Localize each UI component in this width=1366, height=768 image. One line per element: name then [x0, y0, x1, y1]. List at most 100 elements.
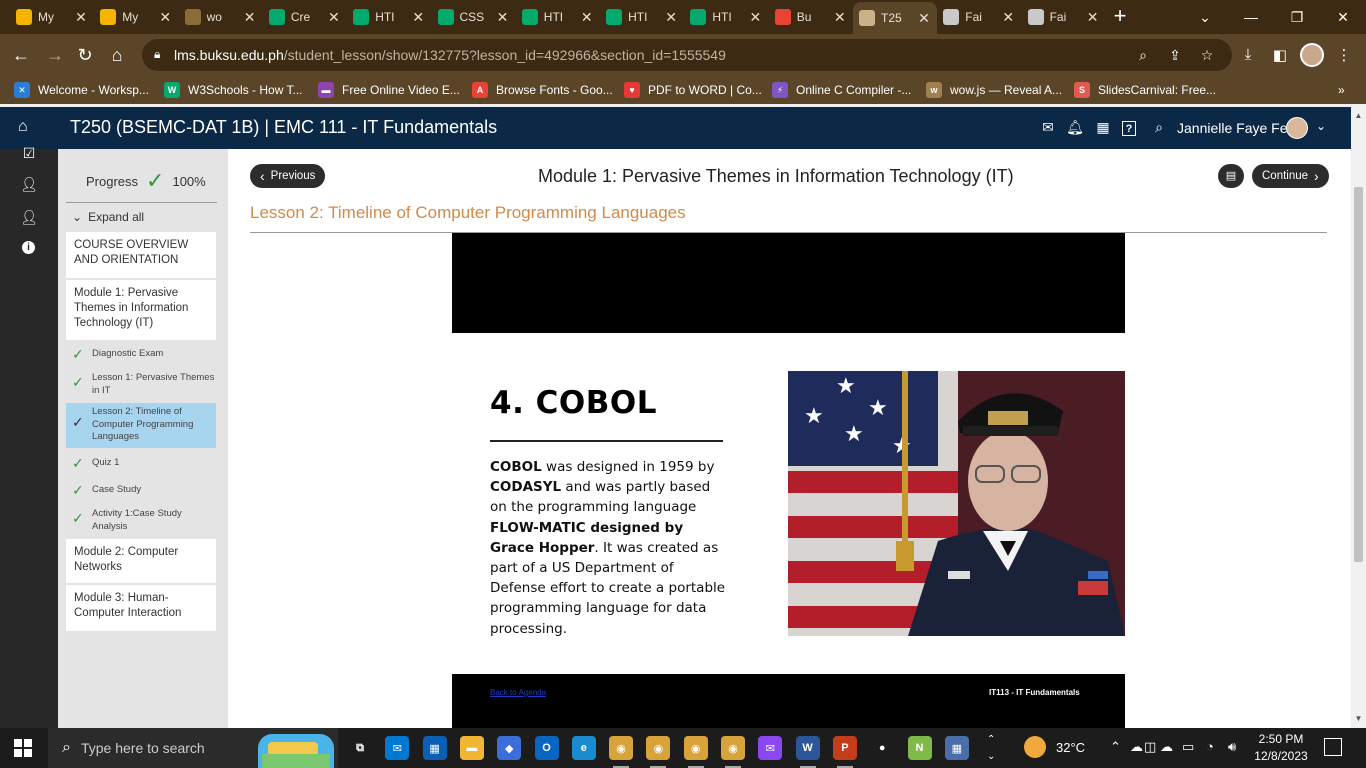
close-tab-icon[interactable]: ✕ [411, 9, 425, 26]
bookmark-item[interactable]: S SlidesCarnival: Free... [1074, 81, 1216, 99]
browser-tab[interactable]: Fai ✕ [937, 4, 1021, 30]
scroll-taskbar-icon[interactable]: ⌃ ⌄ [987, 731, 995, 765]
volume-icon[interactable]: 🔊︎ [1228, 739, 1236, 755]
bookmark-item[interactable]: A Browse Fonts - Goo... [472, 81, 613, 99]
temperature[interactable]: 32°C [1056, 740, 1085, 755]
chrome-icon[interactable]: ◉ [721, 736, 745, 760]
meet-icon[interactable]: ◫ [1144, 739, 1156, 755]
info-icon[interactable]: i [22, 241, 35, 254]
browser-tab[interactable]: HTI ✕ [516, 4, 600, 30]
download-icon[interactable]: ⤓ [1238, 46, 1258, 66]
continue-button[interactable]: Continue › [1252, 164, 1329, 188]
module-1[interactable]: COURSE OVERVIEW AND ORIENTATIONModule 1:… [66, 280, 216, 340]
help-icon[interactable]: ? [1122, 121, 1136, 136]
bookmark-item[interactable]: ⚡ Online C Compiler -... [772, 81, 911, 99]
previous-button[interactable]: ‹ Previous [250, 164, 326, 188]
share-icon[interactable]: ⇪ [1166, 47, 1184, 65]
lesson-activity-1[interactable]: ✓ Activity 1:Case Study Analysis [66, 508, 216, 533]
browser-tab[interactable]: Fai ✕ [1022, 4, 1106, 30]
lesson-case-study[interactable]: ✓ Case Study [66, 483, 216, 496]
expand-all-toggle[interactable]: ⌄ Expand all [72, 210, 144, 224]
browser-tab[interactable]: Bu ✕ [769, 4, 853, 30]
close-tab-icon[interactable]: ✕ [1086, 9, 1100, 26]
browser-tab[interactable]: My ✕ [10, 4, 94, 30]
tab-search-icon[interactable]: ⌄ [1182, 0, 1228, 34]
back-arrow-icon[interactable]: ← [8, 42, 34, 68]
menu-kebab-icon[interactable]: ⋮ [1334, 46, 1354, 66]
weather-icon[interactable] [1024, 736, 1046, 758]
bookmark-item[interactable]: w wow.js — Reveal A... [926, 81, 1062, 99]
close-tab-icon[interactable]: ✕ [664, 9, 678, 26]
lesson-1[interactable]: ✓ Lesson 1: Pervasive Themes in IT [66, 372, 216, 397]
notification-icon[interactable] [1324, 738, 1342, 756]
profile-avatar[interactable] [1300, 43, 1324, 67]
reload-icon[interactable]: ↻ [72, 42, 98, 68]
person-icon[interactable]: 👤︎ [20, 176, 38, 194]
notepad-plus-icon[interactable]: N [907, 736, 932, 760]
browser-tab[interactable]: HTI ✕ [600, 4, 684, 30]
messenger-icon[interactable]: ✉ [758, 736, 783, 760]
chrome-icon[interactable]: ◉ [609, 736, 634, 760]
calendar-icon[interactable]: ▦ [1094, 119, 1112, 137]
close-tab-icon[interactable]: ✕ [158, 9, 172, 26]
close-tab-icon[interactable]: ✕ [580, 9, 594, 26]
taskbar-search-box[interactable]: ⌕ Type here to search [48, 728, 338, 768]
store-icon[interactable]: ▦ [422, 736, 447, 760]
powerpoint-icon[interactable]: P [832, 736, 857, 760]
more-bookmarks-icon[interactable]: » [1338, 81, 1345, 99]
browser-tab[interactable]: HTI ✕ [347, 4, 431, 30]
minimize-button[interactable]: — [1228, 0, 1274, 34]
windows-start-icon[interactable] [14, 739, 32, 757]
word-icon[interactable]: W [795, 736, 820, 760]
module-2[interactable]: Module 2: Computer Networks [66, 539, 216, 583]
home-icon[interactable]: ⌂ [104, 42, 130, 68]
new-tab-button[interactable]: + [1108, 4, 1132, 28]
side-panel-icon[interactable]: ◧ [1270, 46, 1290, 66]
zoom-icon[interactable]: ⌕ [1134, 47, 1152, 65]
module-3[interactable]: Module 3: Human-Computer Interaction [66, 585, 216, 631]
close-tab-icon[interactable]: ✕ [327, 9, 341, 26]
scrollbar-thumb[interactable] [1354, 187, 1363, 562]
browser-tab[interactable]: wo ✕ [179, 4, 263, 30]
browser-tab[interactable]: T25 ✕ [853, 2, 937, 34]
cloud-icon[interactable]: ☁ [1130, 739, 1143, 755]
bookmark-item[interactable]: W W3Schools - How T... [164, 81, 302, 99]
close-tab-icon[interactable]: ✕ [243, 9, 257, 26]
lms-home-icon[interactable]: ⌂ [18, 118, 36, 136]
close-tab-icon[interactable]: ✕ [748, 9, 762, 26]
task-view-icon[interactable]: ⧉ [348, 736, 372, 760]
onedrive-icon[interactable]: ☁ [1160, 739, 1173, 755]
address-bar[interactable]: 🔒︎ lms.buksu.edu.ph/student_lesson/show/… [142, 39, 1232, 71]
page-scrollbar[interactable]: ▲ ▼ [1351, 107, 1366, 728]
lesson-2-current[interactable]: ✓ Lesson 2: Timeline of Computer Programm… [66, 403, 216, 448]
file-explorer-icon[interactable]: ▬ [459, 736, 484, 760]
edge-icon[interactable]: e [571, 736, 596, 760]
chevron-up-icon[interactable]: ⌃ [1110, 739, 1121, 755]
system-clock[interactable]: 2:50 PM 12/8/2023 [1254, 731, 1308, 765]
chrome-icon[interactable]: ◉ [646, 736, 671, 760]
module-course-overview[interactable]: COURSE OVERVIEW AND ORIENTATION [66, 232, 216, 278]
close-window-button[interactable]: ✕ [1320, 0, 1366, 34]
browser-tab[interactable]: Cre ✕ [263, 4, 347, 30]
close-tab-icon[interactable]: ✕ [833, 9, 847, 26]
vpn-icon[interactable]: ◆ [497, 736, 522, 760]
chevron-down-icon[interactable]: ⌄ [1316, 119, 1326, 133]
bookmark-star-icon[interactable]: ☆ [1198, 47, 1216, 65]
checklist-icon[interactable]: ☑ [20, 145, 38, 163]
forward-arrow-icon[interactable]: → [42, 42, 68, 68]
user-name[interactable]: Jannielle Faye Fe... [1177, 120, 1299, 136]
browser-tab[interactable]: My ✕ [94, 4, 178, 30]
close-tab-icon[interactable]: ✕ [496, 9, 510, 26]
bell-icon[interactable]: 🔔︎ [1066, 119, 1084, 137]
close-tab-icon[interactable]: ✕ [74, 9, 88, 26]
bookmark-item[interactable]: ✕ Welcome - Worksp... [14, 81, 149, 99]
calculator-icon[interactable]: ▦ [944, 736, 969, 760]
mail-icon[interactable]: ✉ [385, 736, 410, 760]
outlook-icon[interactable]: O [534, 736, 559, 760]
bookmark-item[interactable]: ▬ Free Online Video E... [318, 81, 460, 99]
close-tab-icon[interactable]: ✕ [917, 10, 931, 27]
lesson-quiz-1[interactable]: ✓ Quiz 1 [66, 456, 216, 469]
battery-icon[interactable]: ▭ [1182, 739, 1194, 755]
profile-icon[interactable]: 👤︎ [20, 209, 38, 227]
search-icon[interactable]: ⌕ [1150, 119, 1168, 137]
